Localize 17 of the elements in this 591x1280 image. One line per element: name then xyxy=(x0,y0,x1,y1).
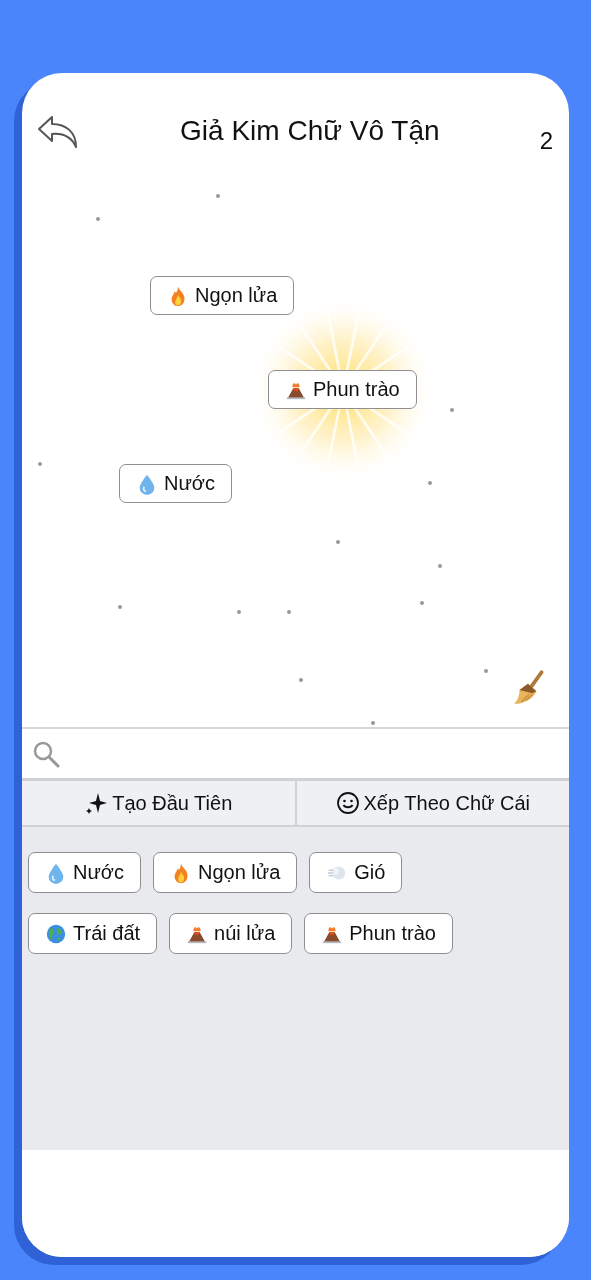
element-chip[interactable]: Nước xyxy=(28,852,141,893)
element-chip[interactable]: Ngọn lửa xyxy=(150,276,295,315)
sort-button[interactable]: Tạo Đầu Tiên xyxy=(22,781,295,825)
element-chip[interactable]: Phun trào xyxy=(304,913,453,954)
element-chip[interactable]: Gió xyxy=(309,852,403,893)
app-title: Giả Kim Chữ Vô Tận xyxy=(179,115,441,147)
globe-icon xyxy=(45,922,67,945)
search-icon xyxy=(32,739,60,768)
item-count: 2 xyxy=(539,127,553,155)
smiley-icon xyxy=(335,791,360,815)
element-chip[interactable]: Nước xyxy=(119,464,232,503)
element-chip[interactable]: Trái đất xyxy=(28,913,158,954)
element-chip[interactable]: Ngọn lửa xyxy=(152,852,298,893)
element-chip[interactable]: Phun trào xyxy=(268,370,417,409)
element-chip[interactable]: núi lửa xyxy=(169,913,293,954)
sort-button[interactable]: Xếp Theo Chữ Cái xyxy=(294,781,569,825)
back-arrow-icon[interactable] xyxy=(36,114,80,150)
